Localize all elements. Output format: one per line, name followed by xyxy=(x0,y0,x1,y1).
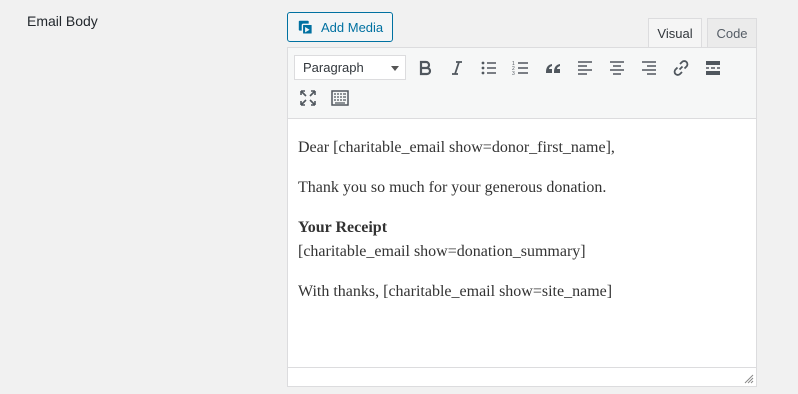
receipt-paragraph: Your Receipt [charitable_email show=dona… xyxy=(298,216,748,264)
align-right-icon[interactable] xyxy=(637,56,661,80)
format-select[interactable]: Paragraph xyxy=(294,55,406,80)
format-select-value: Paragraph xyxy=(303,60,364,75)
svg-text:3: 3 xyxy=(512,71,515,77)
fullscreen-icon[interactable] xyxy=(296,86,320,110)
blockquote-icon[interactable] xyxy=(541,56,565,80)
align-left-icon[interactable] xyxy=(573,56,597,80)
editor-content[interactable]: Dear [charitable_email show=donor_first_… xyxy=(298,136,748,320)
numbered-list-icon[interactable]: 123 xyxy=(509,56,533,80)
editor-statusbar xyxy=(288,367,756,386)
bold-icon[interactable] xyxy=(413,56,437,80)
add-media-button[interactable]: Add Media xyxy=(287,12,393,42)
link-icon[interactable] xyxy=(669,56,693,80)
toolbar-toggle-icon[interactable] xyxy=(328,86,352,110)
add-media-label: Add Media xyxy=(321,19,384,35)
receipt-heading: Your Receipt xyxy=(298,219,388,236)
read-more-icon[interactable] xyxy=(701,56,725,80)
email-body-label: Email Body xyxy=(27,13,98,29)
resize-handle-icon[interactable] xyxy=(744,374,754,384)
editor-toolbar: Paragraph 123 xyxy=(288,48,756,119)
tab-visual[interactable]: Visual xyxy=(648,18,702,48)
closing-paragraph: With thanks, [charitable_email show=site… xyxy=(298,283,613,300)
thanks-paragraph: Thank you so much for your generous dona… xyxy=(298,179,607,196)
italic-icon[interactable] xyxy=(445,56,469,80)
bullet-list-icon[interactable] xyxy=(477,56,501,80)
receipt-shortcode: [charitable_email show=donation_summary] xyxy=(298,243,586,260)
media-icon xyxy=(298,20,313,35)
tab-code[interactable]: Code xyxy=(707,18,757,47)
email-body-editor: Paragraph 123 Dear [charitable_email sho… xyxy=(287,47,757,387)
greeting-paragraph: Dear [charitable_email show=donor_first_… xyxy=(298,139,615,156)
chevron-down-icon xyxy=(391,66,399,71)
align-center-icon[interactable] xyxy=(605,56,629,80)
